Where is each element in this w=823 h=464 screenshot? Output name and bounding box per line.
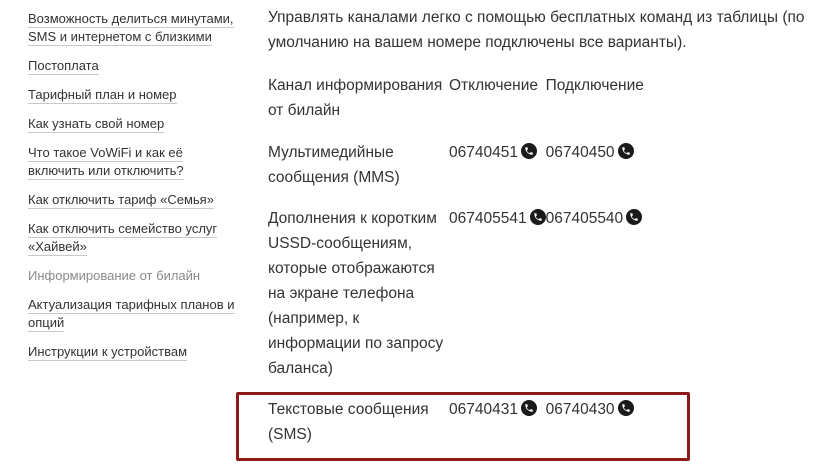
- sidebar-item-label: Что такое VoWiFi и как её включить или о…: [28, 145, 184, 180]
- sidebar-item-label: Инструкции к устройствам: [28, 344, 188, 361]
- command-code: 06740450: [545, 144, 615, 161]
- sidebar-item-device-instructions[interactable]: Инструкции к устройствам: [28, 343, 243, 361]
- sidebar-item-label: Как узнать свой номер: [28, 116, 165, 133]
- sidebar-item-label: Актуализация тарифных планов и опций: [28, 297, 235, 332]
- sidebar-item-tariff-update[interactable]: Актуализация тарифных планов и опций: [28, 296, 243, 332]
- off-command-link[interactable]: 06740431: [449, 400, 537, 418]
- command-code: 06740451: [449, 144, 518, 161]
- header-on: Подключение: [545, 77, 644, 94]
- on-command-cell: 067405540: [546, 206, 656, 397]
- phone-call-icon[interactable]: [617, 143, 634, 159]
- sidebar-item-label: Тарифный план и номер: [28, 87, 177, 104]
- sidebar-nav: Возможность делиться минутами, SMS и инт…: [28, 10, 243, 372]
- sidebar-item-label: Постоплата: [28, 58, 99, 75]
- sidebar-item-tariff-and-number[interactable]: Тарифный план и номер: [28, 86, 243, 104]
- command-code: 067405541: [449, 210, 527, 227]
- sidebar-item-label: Возможность делиться минутами, SMS и инт…: [28, 11, 234, 46]
- off-command-cell: 06740431: [449, 397, 546, 463]
- sidebar-item-label: Как отключить семейство услуг «Хайвей»: [28, 221, 218, 256]
- sidebar-item-postpaid[interactable]: Постоплата: [28, 57, 243, 75]
- phone-call-icon[interactable]: [529, 209, 546, 225]
- off-command-cell: 067405541: [449, 206, 546, 397]
- sidebar-item-disable-family[interactable]: Как отключить тариф «Семья»: [28, 191, 243, 209]
- off-command-link[interactable]: 067405541: [449, 209, 546, 227]
- command-code: 067405540: [545, 210, 624, 227]
- command-code: 06740431: [449, 401, 518, 418]
- off-command-cell: 06740451: [449, 140, 546, 206]
- sidebar-item-share-minutes[interactable]: Возможность делиться минутами, SMS и инт…: [28, 10, 243, 46]
- phone-call-icon[interactable]: [520, 143, 537, 159]
- command-code: 06740430: [545, 401, 615, 418]
- main-content: Управлять каналами легко с помощью беспл…: [268, 5, 808, 463]
- channel-name: Текстовые сообщения (SMS): [268, 401, 429, 443]
- phone-call-icon[interactable]: [626, 209, 643, 225]
- sidebar-item-disable-highway[interactable]: Как отключить семейство услуг «Хайвей»: [28, 220, 243, 256]
- sidebar-item-beeline-info: Информирование от билайн: [28, 267, 243, 285]
- sidebar-item-find-my-number[interactable]: Как узнать свой номер: [28, 115, 243, 133]
- phone-call-icon[interactable]: [520, 400, 537, 416]
- header-channel: Канал информирования от билайн: [268, 77, 443, 119]
- phone-call-icon[interactable]: [617, 400, 634, 416]
- sidebar-item-label: Информирование от билайн: [28, 268, 201, 283]
- channel-name: Дополнения к коротким USSD-сообщениям, к…: [268, 210, 444, 377]
- table-row: Мультимедийные сообщения (MMS) 06740451 …: [268, 140, 656, 206]
- sidebar-item-label: Как отключить тариф «Семья»: [28, 192, 214, 209]
- table-row: Дополнения к коротким USSD-сообщениям, к…: [268, 206, 656, 397]
- sidebar-item-vowifi[interactable]: Что такое VoWiFi и как её включить или о…: [28, 144, 243, 180]
- channels-table: Канал информирования от билайн Отключени…: [268, 73, 656, 463]
- on-command-cell: 06740450: [546, 140, 656, 206]
- on-command-link[interactable]: 06740450: [545, 143, 634, 161]
- off-command-link[interactable]: 06740451: [449, 143, 537, 161]
- header-off: Отключение: [449, 77, 538, 94]
- table-header-row: Канал информирования от билайн Отключени…: [268, 73, 656, 140]
- channel-name: Мультимедийные сообщения (MMS): [268, 144, 400, 186]
- on-command-cell: 06740430: [546, 397, 656, 463]
- intro-text: Управлять каналами легко с помощью беспл…: [268, 9, 805, 51]
- on-command-link[interactable]: 06740430: [545, 400, 634, 418]
- table-row: Текстовые сообщения (SMS) 06740431 06740…: [268, 397, 656, 463]
- on-command-link[interactable]: 067405540: [545, 209, 643, 227]
